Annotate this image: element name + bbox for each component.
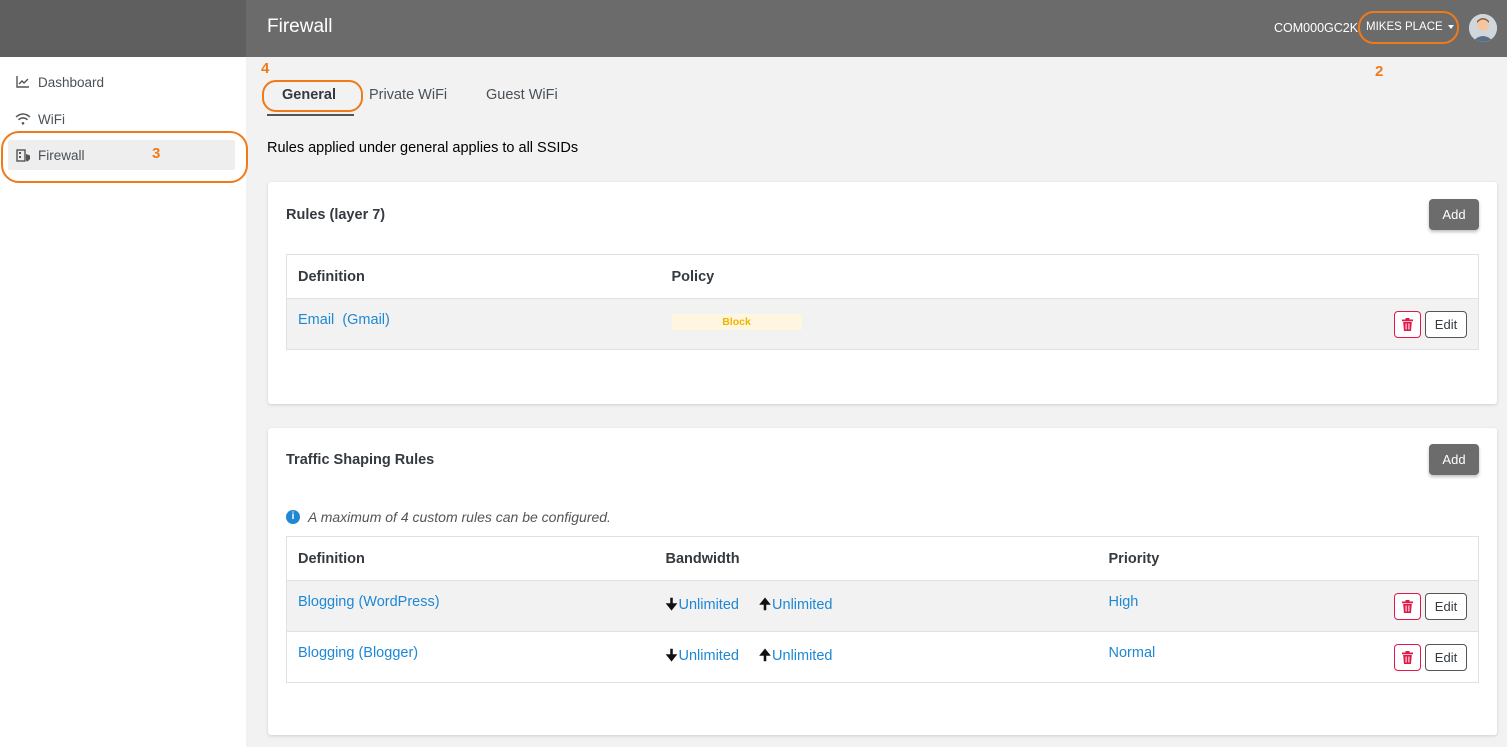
account-id: COM000GC2K [1274,21,1359,35]
tab-private-wifi[interactable]: Private WiFi [369,87,447,103]
upload-limit[interactable]: Unlimited [772,648,832,664]
download-limit[interactable]: Unlimited [679,648,739,664]
table-row: Blogging (WordPress) 🠋Unlimited 🠉Unlimit… [286,580,1479,632]
annotation-number: 2 [1375,63,1384,80]
table-header-row: Definition Bandwidth Priority [286,536,1479,581]
card-title: Traffic Shaping Rules [286,452,435,468]
definition-cell: Blogging (Blogger) [286,631,655,683]
annotation-ring-firewall [1,131,248,183]
priority-value[interactable]: Normal [1109,645,1156,661]
edit-button[interactable]: Edit [1425,311,1467,338]
row-actions: Edit [1394,593,1467,620]
download-limit[interactable]: Unlimited [679,597,739,613]
column-header: Policy [660,254,1479,299]
page-title: Firewall [267,16,333,37]
sidebar-item-dashboard[interactable]: Dashboard [8,67,235,97]
priority-cell: Normal Edit [1097,631,1479,683]
upload-limit[interactable]: Unlimited [772,597,832,613]
trash-icon [1402,600,1413,613]
traffic-shaping-card: Traffic Shaping Rules Add i A maximum of… [268,428,1497,735]
tab-guest-wifi[interactable]: Guest WiFi [486,87,558,103]
table-row: Blogging (Blogger) 🠋Unlimited 🠉Unlimited… [286,631,1479,683]
rule-definition-link[interactable]: Blogging (WordPress) [298,594,440,610]
sidebar-item-wifi[interactable]: WiFi [8,104,235,134]
wifi-icon [15,111,31,127]
sidebar-item-label: Dashboard [38,74,105,90]
add-layer7-rule-button[interactable]: Add [1429,199,1479,230]
delete-button[interactable] [1394,644,1421,671]
traffic-rules-table: Definition Bandwidth Priority Blogging (… [286,536,1479,683]
table-header-row: Definition Policy [286,254,1479,299]
annotation-number: 3 [152,145,161,162]
avatar[interactable] [1469,14,1497,42]
column-header: Bandwidth [654,536,1098,581]
arrow-down-icon: 🠋 [665,597,678,613]
column-header: Definition [286,254,661,299]
definition-cell: Email (Gmail) [286,298,661,350]
bandwidth-cell: 🠋Unlimited 🠉Unlimited [654,580,1098,632]
column-header: Priority [1097,536,1479,581]
bandwidth-cell: 🠋Unlimited 🠉Unlimited [654,631,1098,683]
chart-line-icon [15,74,31,90]
definition-cell: Blogging (WordPress) [286,580,655,632]
priority-value[interactable]: High [1109,594,1139,610]
policy-cell: Block Edit [660,298,1479,350]
top-bar: Firewall COM000GC2K MIKES PLACE [0,0,1507,57]
edit-button[interactable]: Edit [1425,644,1467,671]
add-traffic-rule-button[interactable]: Add [1429,444,1479,475]
annotation-ring-location [1358,11,1459,44]
card-title: Rules (layer 7) [286,207,386,223]
delete-button[interactable] [1394,593,1421,620]
note-text: A maximum of 4 custom rules can be confi… [308,509,611,525]
general-note: Rules applied under general applies to a… [267,140,579,156]
policy-badge: Block [671,314,802,330]
tab-general[interactable]: General [282,87,336,103]
rule-definition-link[interactable]: Email (Gmail) [298,312,390,328]
row-actions: Edit [1394,311,1467,338]
edit-button[interactable]: Edit [1425,593,1467,620]
sidebar-item-label: WiFi [38,111,65,127]
layer7-rules-table: Definition Policy Email (Gmail) Block Ed… [286,254,1479,350]
trash-icon [1402,318,1413,331]
row-actions: Edit [1394,644,1467,671]
annotation-number: 4 [261,60,270,77]
info-icon: i [286,510,300,524]
rule-definition-link[interactable]: Blogging (Blogger) [298,645,418,661]
active-tab-indicator [267,114,354,116]
priority-cell: High Edit [1097,580,1479,632]
column-header: Definition [286,536,655,581]
arrow-up-icon: 🠉 [759,597,772,613]
layer7-rules-card: Rules (layer 7) Add Definition Policy Em… [268,182,1497,404]
table-row: Email (Gmail) Block Edit [286,298,1479,350]
arrow-up-icon: 🠉 [759,648,772,664]
arrow-down-icon: 🠋 [665,648,678,664]
delete-button[interactable] [1394,311,1421,338]
max-rules-note: i A maximum of 4 custom rules can be con… [286,509,611,525]
brand-area [0,0,246,57]
trash-icon [1402,651,1413,664]
